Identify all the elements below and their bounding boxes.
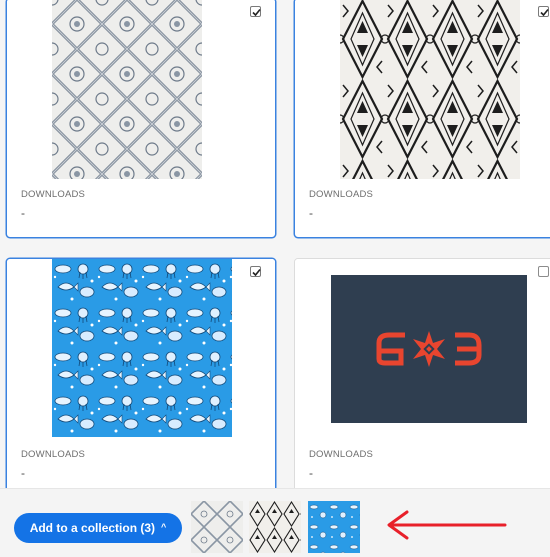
card-thumbnail[interactable] bbox=[7, 0, 275, 179]
card-thumbnail[interactable] bbox=[295, 259, 550, 437]
downloads-value: - bbox=[309, 206, 313, 220]
select-checkbox[interactable] bbox=[538, 6, 549, 17]
downloads-label: DOWNLOADS bbox=[309, 449, 374, 460]
select-checkbox[interactable] bbox=[538, 266, 549, 277]
select-checkbox[interactable] bbox=[250, 266, 261, 277]
add-to-collection-label: Add to a collection (3) bbox=[29, 521, 156, 535]
selected-thumbnail-grey-pattern[interactable] bbox=[191, 501, 243, 553]
tribal-pattern-image bbox=[340, 0, 520, 179]
sea-pattern-image bbox=[52, 259, 232, 437]
card-thumbnail[interactable] bbox=[7, 259, 275, 437]
downloads-value: - bbox=[21, 206, 25, 220]
asset-card-sea-pattern[interactable]: DOWNLOADS - bbox=[6, 258, 276, 488]
downloads-label: DOWNLOADS bbox=[21, 449, 86, 460]
navy-logo-image bbox=[331, 275, 527, 423]
asset-grid: DOWNLOADS - DOWNLOADS - DOWNLOADS - DOWN… bbox=[0, 0, 550, 488]
asset-card-grey-pattern[interactable]: DOWNLOADS - bbox=[6, 0, 276, 238]
downloads-value: - bbox=[21, 466, 25, 480]
card-thumbnail[interactable] bbox=[295, 0, 550, 179]
selected-thumbnail-tribal-pattern[interactable] bbox=[249, 501, 301, 553]
downloads-label: DOWNLOADS bbox=[21, 189, 86, 200]
asset-card-tribal-pattern[interactable]: DOWNLOADS - bbox=[294, 0, 550, 238]
selected-thumbnail-sea-pattern[interactable] bbox=[308, 501, 360, 553]
chevron-up-icon: ^ bbox=[161, 522, 167, 532]
downloads-label: DOWNLOADS bbox=[309, 189, 374, 200]
downloads-value: - bbox=[309, 466, 313, 480]
red-arrow-annotation bbox=[387, 510, 507, 540]
asset-card-navy-logo[interactable]: DOWNLOADS - bbox=[294, 258, 550, 488]
select-checkbox[interactable] bbox=[250, 6, 261, 17]
add-to-collection-button[interactable]: Add to a collection (3) ^ bbox=[14, 513, 182, 543]
grey-pattern-image bbox=[52, 0, 202, 179]
